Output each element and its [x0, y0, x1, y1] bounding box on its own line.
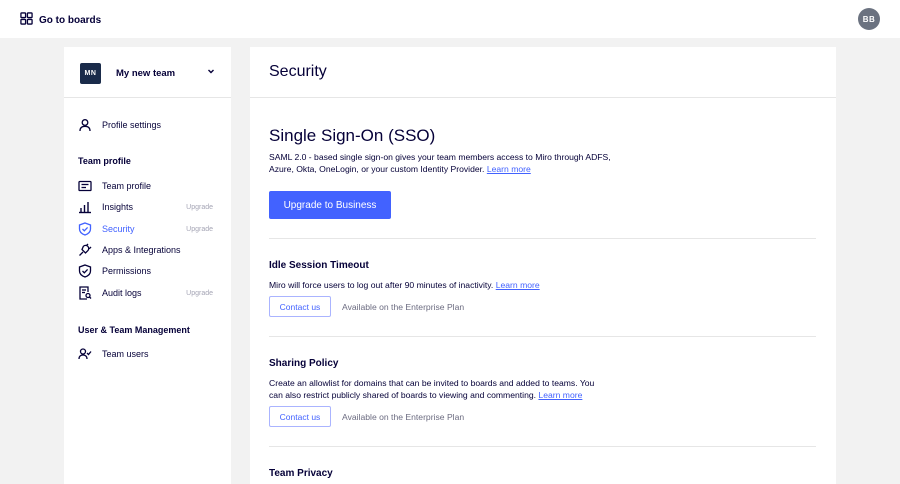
- sharing-policy-description: Create an allowlist for domains that can…: [269, 377, 609, 401]
- chevron-down-icon: [207, 67, 215, 77]
- sidebar-item-label: Team users: [102, 349, 149, 359]
- section-divider: [269, 336, 816, 337]
- sharing-learn-more-link[interactable]: Learn more: [538, 390, 582, 400]
- page-title: Security: [269, 63, 327, 80]
- idle-learn-more-link[interactable]: Learn more: [496, 280, 540, 290]
- team-profile-heading: Team profile: [78, 156, 131, 166]
- team-logo: MN: [80, 62, 101, 84]
- sidebar-item-label: Security: [102, 224, 135, 234]
- sidebar-item-team-profile[interactable]: Team profile: [78, 177, 218, 195]
- sso-description-text: SAML 2.0 - based single sign-on gives yo…: [269, 152, 611, 174]
- upgrade-badge: Upgrade: [186, 203, 213, 211]
- sidebar-item-label: Audit logs: [102, 288, 142, 298]
- sidebar-item-label: Insights: [102, 202, 134, 212]
- sidebar-item-label: Apps & Integrations: [102, 245, 181, 255]
- grid-icon: [20, 12, 33, 28]
- user-icon: [78, 118, 92, 132]
- sidebar-item-label: Team profile: [102, 181, 152, 191]
- sharing-contact-us-button[interactable]: Contact us: [269, 406, 331, 427]
- sso-description: SAML 2.0 - based single sign-on gives yo…: [269, 151, 614, 175]
- sidebar-item-team-users[interactable]: Team users: [78, 345, 218, 363]
- id-card-icon: [78, 179, 92, 193]
- sidebar-item-label: Profile settings: [102, 120, 162, 130]
- sidebar-item-permissions[interactable]: Permissions: [78, 262, 218, 280]
- sharing-policy-title: Sharing Policy: [269, 358, 339, 369]
- audit-log-icon: [78, 286, 92, 300]
- title-divider: [250, 97, 836, 98]
- sidebar-item-audit-logs[interactable]: Audit logs Upgrade: [78, 284, 218, 302]
- section-divider: [269, 446, 816, 447]
- sidebar-item-profile-settings[interactable]: Profile settings: [78, 116, 218, 134]
- sidebar: MN My new team Profile settings Team pro…: [64, 47, 231, 484]
- sidebar-item-apps-integrations[interactable]: Apps & Integrations: [78, 241, 218, 259]
- go-to-boards-link[interactable]: Go to boards: [20, 12, 101, 28]
- upgrade-badge: Upgrade: [186, 225, 213, 233]
- sharing-availability-text: Available on the Enterprise Plan: [342, 412, 465, 422]
- main-panel: Security Single Sign-On (SSO) SAML 2.0 -…: [250, 47, 836, 484]
- avatar[interactable]: BB: [858, 8, 880, 30]
- idle-availability-text: Available on the Enterprise Plan: [342, 302, 465, 312]
- team-switcher[interactable]: MN My new team: [80, 62, 215, 84]
- team-privacy-title: Team Privacy: [269, 468, 333, 479]
- sidebar-item-label: Permissions: [102, 266, 152, 276]
- user-team-management-heading: User & Team Management: [78, 325, 190, 335]
- sidebar-divider: [64, 97, 231, 98]
- section-divider: [269, 238, 816, 239]
- sso-learn-more-link[interactable]: Learn more: [487, 164, 531, 174]
- idle-session-title: Idle Session Timeout: [269, 260, 369, 271]
- shield-check-icon: [78, 264, 92, 278]
- idle-contact-us-button[interactable]: Contact us: [269, 296, 331, 317]
- sso-title: Single Sign-On (SSO): [269, 126, 436, 145]
- sidebar-item-insights[interactable]: Insights Upgrade: [78, 198, 218, 216]
- upgrade-badge: Upgrade: [186, 289, 213, 297]
- bar-chart-icon: [78, 200, 92, 214]
- users-check-icon: [78, 347, 92, 361]
- sidebar-item-security[interactable]: Security Upgrade: [78, 220, 218, 238]
- plug-icon: [78, 243, 92, 257]
- top-bar: Go to boards BB: [0, 0, 900, 38]
- idle-session-description-text: Miro will force users to log out after 9…: [269, 280, 494, 290]
- idle-session-description: Miro will force users to log out after 9…: [269, 279, 789, 291]
- go-to-boards-label: Go to boards: [39, 14, 102, 26]
- upgrade-to-business-button[interactable]: Upgrade to Business: [269, 191, 391, 219]
- shield-icon: [78, 222, 92, 236]
- team-name: My new team: [116, 67, 176, 79]
